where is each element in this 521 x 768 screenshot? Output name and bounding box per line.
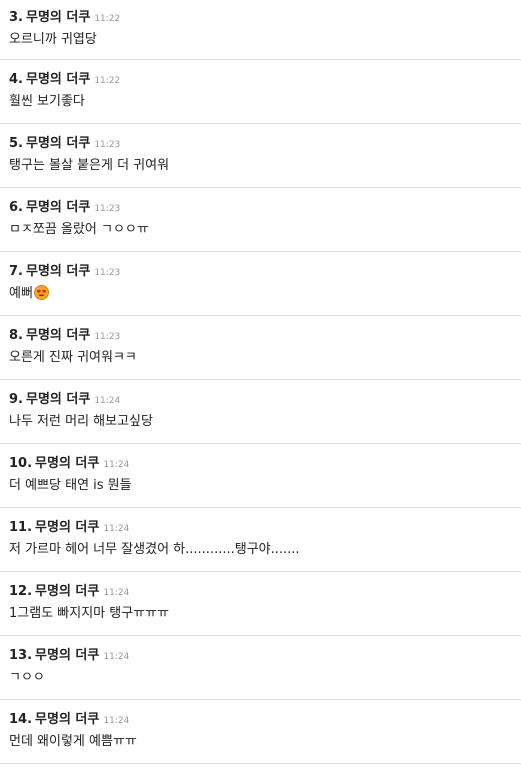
comment-meta: 8. 무명의 더쿠 11:23 [9, 326, 120, 345]
comment-item: 6. 무명의 더쿠 11:23 ㅁㅈ쪼끔 올랐어 ㄱㅇㅇㅠ [0, 188, 521, 252]
comment-text: 저 가르마 헤어 너무 잘생겼어 하............탱구야....... [9, 542, 300, 557]
comment-meta: 10. 무명의 더쿠 11:24 [9, 454, 129, 473]
comment-number[interactable]: 9. [9, 392, 23, 407]
comment-author[interactable]: 무명의 더쿠 [26, 392, 90, 407]
comment-time: 11:23 [94, 204, 121, 214]
comment-meta: 6. 무명의 더쿠 11:23 [9, 198, 120, 217]
comment-item: 3. 무명의 더쿠 11:22 오르니까 귀엽당 [0, 0, 521, 60]
comment-item: 14. 무명의 더쿠 11:24 먼데 왜이렇게 예쁨ㅠㅠ [0, 700, 521, 764]
comment-meta: 7. 무명의 더쿠 11:23 [9, 262, 120, 281]
comment-item: 4. 무명의 더쿠 11:22 훨씬 보기좋다 [0, 60, 521, 124]
comment-meta: 5. 무명의 더쿠 11:23 [9, 134, 120, 153]
comment-time: 11:22 [94, 14, 121, 24]
comment-text: 더 예쁘당 태연 is 뭔들 [9, 478, 132, 493]
comment-time: 11:22 [94, 76, 121, 86]
comment-author[interactable]: 무명의 더쿠 [35, 712, 99, 727]
comment-author[interactable]: 무명의 더쿠 [26, 264, 90, 279]
comment-number[interactable]: 3. [9, 10, 23, 25]
comment-meta: 3. 무명의 더쿠 11:22 [9, 8, 120, 27]
comment-meta: 9. 무명의 더쿠 11:24 [9, 390, 120, 409]
comment-time: 11:24 [103, 652, 130, 662]
comment-number[interactable]: 10. [9, 456, 32, 471]
comment-time: 11:24 [103, 460, 130, 470]
comment-meta: 12. 무명의 더쿠 11:24 [9, 582, 129, 601]
comment-time: 11:24 [103, 716, 130, 726]
comment-meta: 14. 무명의 더쿠 11:24 [9, 710, 129, 729]
comment-list: 3. 무명의 더쿠 11:22 오르니까 귀엽당 4. 무명의 더쿠 11:22 훨씬 … [0, 0, 521, 764]
comment-author[interactable]: 무명의 더쿠 [35, 456, 99, 471]
comment-item: 11. 무명의 더쿠 11:24 저 가르마 헤어 너무 잘생겼어 하.......… [0, 508, 521, 572]
comment-time: 11:23 [94, 268, 121, 278]
comment-text: 오르니까 귀엽당 [9, 32, 97, 47]
comment-text: 먼데 왜이렇게 예쁨ㅠㅠ [9, 734, 137, 749]
comment-item: 10. 무명의 더쿠 11:24 더 예쁘당 태연 is 뭔들 [0, 444, 521, 508]
comment-time: 11:24 [94, 396, 121, 406]
comment-author[interactable]: 무명의 더쿠 [35, 648, 99, 663]
comment-item: 9. 무명의 더쿠 11:24 나두 저런 머리 해보고싶당 [0, 380, 521, 444]
comment-number[interactable]: 5. [9, 136, 23, 151]
comment-text: 1그램도 빠지지마 탱구ㅠㅠㅠ [9, 606, 170, 621]
comment-number[interactable]: 14. [9, 712, 32, 727]
comment-number[interactable]: 7. [9, 264, 23, 279]
comment-author[interactable]: 무명의 더쿠 [26, 10, 90, 25]
comment-item: 8. 무명의 더쿠 11:23 오른게 진짜 귀여워ㅋㅋ [0, 316, 521, 380]
comment-meta: 11. 무명의 더쿠 11:24 [9, 518, 129, 537]
comment-author[interactable]: 무명의 더쿠 [26, 136, 90, 151]
comment-author[interactable]: 무명의 더쿠 [35, 520, 99, 535]
comment-text: 나두 저런 머리 해보고싶당 [9, 414, 153, 429]
comment-number[interactable]: 13. [9, 648, 32, 663]
comment-text: 훨씬 보기좋다 [9, 94, 85, 109]
comment-number[interactable]: 12. [9, 584, 32, 599]
comment-time: 11:23 [94, 332, 121, 342]
comment-text: 탱구는 볼살 붙은게 더 귀여워 [9, 158, 170, 173]
comment-item: 5. 무명의 더쿠 11:23 탱구는 볼살 붙은게 더 귀여워 [0, 124, 521, 188]
comment-text: 예뻐 [9, 286, 33, 301]
comment-number[interactable]: 4. [9, 72, 23, 87]
comment-text: ㅁㅈ쪼끔 올랐어 ㄱㅇㅇㅠ [9, 222, 149, 237]
comment-item: 7. 무명의 더쿠 11:23 예뻐 [0, 252, 521, 316]
comment-number[interactable]: 11. [9, 520, 32, 535]
comment-author[interactable]: 무명의 더쿠 [26, 200, 90, 215]
comment-body: 예뻐 [9, 285, 49, 303]
comment-author[interactable]: 무명의 더쿠 [35, 584, 99, 599]
comment-text: ㄱㅇㅇ [9, 670, 45, 685]
comment-meta: 13. 무명의 더쿠 11:24 [9, 646, 129, 665]
comment-number[interactable]: 8. [9, 328, 23, 343]
comment-author[interactable]: 무명의 더쿠 [26, 328, 90, 343]
comment-time: 11:24 [103, 524, 130, 534]
comment-time: 11:24 [103, 588, 130, 598]
comment-item: 12. 무명의 더쿠 11:24 1그램도 빠지지마 탱구ㅠㅠㅠ [0, 572, 521, 636]
comment-time: 11:23 [94, 140, 121, 150]
comment-author[interactable]: 무명의 더쿠 [26, 72, 90, 87]
heart-eyes-emoji-icon [34, 285, 49, 300]
comment-number[interactable]: 6. [9, 200, 23, 215]
comment-text: 오른게 진짜 귀여워ㅋㅋ [9, 350, 137, 365]
comment-meta: 4. 무명의 더쿠 11:22 [9, 70, 120, 89]
comment-item: 13. 무명의 더쿠 11:24 ㄱㅇㅇ [0, 636, 521, 700]
